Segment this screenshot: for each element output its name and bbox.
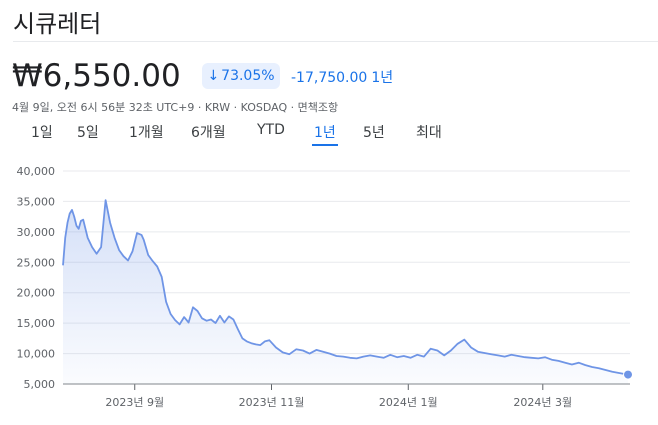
x-tick-label: 2024년 3월	[513, 396, 572, 409]
price-chart[interactable]: 5,000 10,000 15,000 20,000 25,000 30,000 35,00…	[0, 0, 658, 425]
y-tick-label: 30,000	[17, 226, 56, 239]
y-tick-label: 35,000	[17, 195, 56, 208]
y-tick-label: 25,000	[17, 256, 56, 269]
y-tick-label: 40,000	[17, 165, 56, 178]
x-tick-label: 2023년 9월	[105, 396, 164, 409]
y-tick-label: 10,000	[17, 348, 56, 361]
last-price-marker	[623, 369, 633, 380]
y-tick-label: 20,000	[17, 287, 56, 300]
y-tick-label: 15,000	[17, 317, 56, 330]
x-tick-label: 2024년 1월	[379, 396, 438, 409]
x-tick-label: 2023년 11월	[239, 396, 305, 409]
y-tick-label: 5,000	[24, 378, 56, 391]
